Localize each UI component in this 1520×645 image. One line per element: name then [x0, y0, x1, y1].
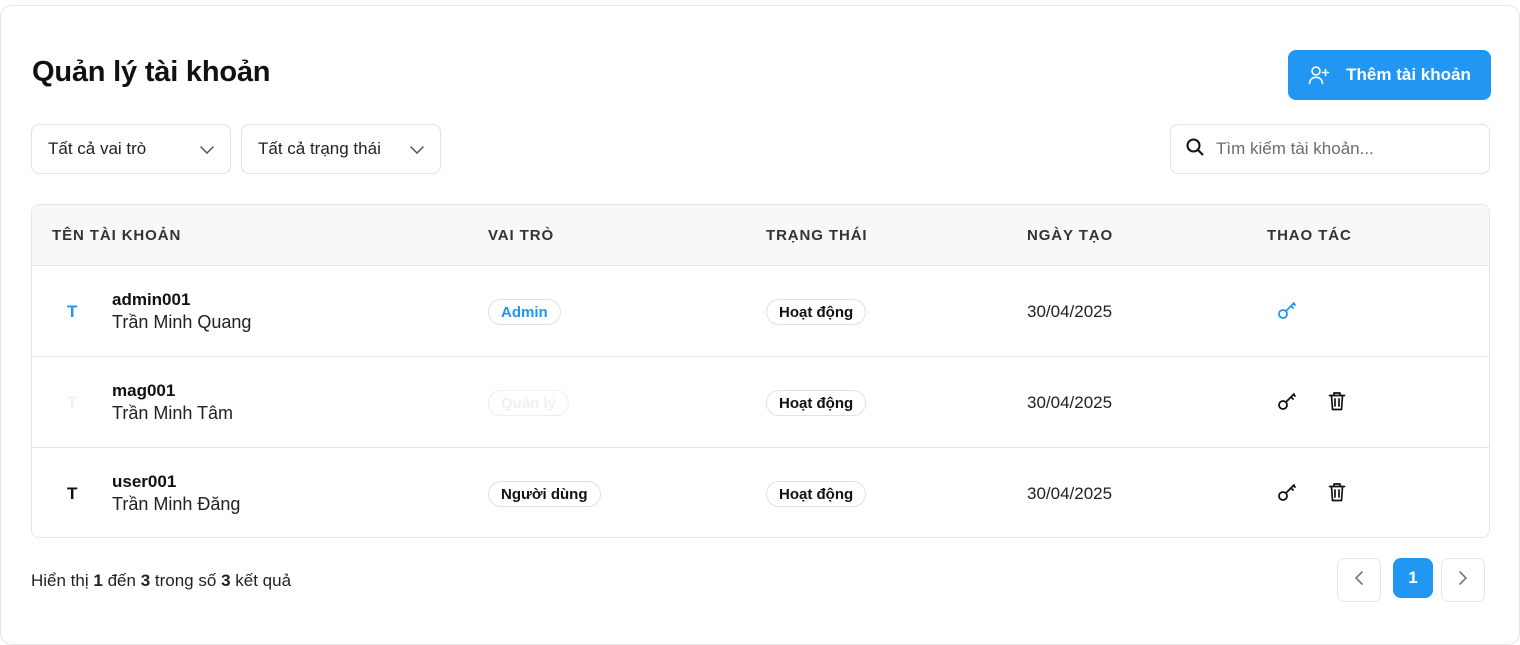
- header-role: VAI TRÒ: [488, 227, 555, 244]
- full-name: Trần Minh Quang: [112, 312, 252, 332]
- key-icon[interactable]: [1277, 300, 1297, 325]
- trash-icon[interactable]: [1328, 391, 1346, 416]
- summary-to: 3: [140, 571, 151, 590]
- account-cell: admin001 Trần Minh Quang: [112, 290, 251, 334]
- header-account-name: TÊN TÀI KHOẢN: [52, 227, 182, 244]
- avatar-initial: T: [67, 393, 78, 412]
- role-badge: Người dùng: [488, 481, 601, 507]
- summary-mid1: đến: [107, 571, 136, 590]
- summary-prefix: Hiển thị: [31, 571, 89, 590]
- username: mag001: [112, 381, 176, 400]
- username: user001: [112, 472, 177, 491]
- created-date: 30/04/2025: [1027, 393, 1113, 412]
- avatar-initial: T: [67, 302, 78, 321]
- next-page-button[interactable]: [1441, 558, 1485, 602]
- avatar-initial: T: [67, 484, 78, 503]
- page-title: Quản lý tài khoản: [32, 56, 271, 88]
- status-badge: Hoạt động: [766, 481, 867, 507]
- key-icon[interactable]: [1277, 482, 1297, 507]
- chevron-left-icon: [1354, 570, 1363, 590]
- summary-from: 1: [93, 571, 103, 590]
- search-input[interactable]: [1216, 139, 1466, 159]
- summary-suffix: kết quả: [235, 571, 292, 590]
- key-icon[interactable]: [1277, 391, 1297, 416]
- chevron-down-icon: [200, 139, 214, 159]
- add-account-button[interactable]: Thêm tài khoản: [1288, 50, 1491, 100]
- user-plus-icon: [1308, 65, 1330, 85]
- role-filter-value: Tất cả vai trò: [48, 139, 147, 158]
- status-badge: Hoạt động: [766, 299, 867, 325]
- username: admin001: [112, 290, 191, 309]
- header-actions: THAO TÁC: [1267, 227, 1352, 244]
- created-date: 30/04/2025: [1027, 484, 1113, 503]
- status-filter-value: Tất cả trạng thái: [258, 139, 381, 158]
- chevron-down-icon: [410, 139, 424, 159]
- table-row: T user001 Trần Minh Đăng Người dùng Hoạt…: [32, 448, 1489, 537]
- status-filter-select[interactable]: Tất cả trạng thái: [241, 124, 441, 174]
- trash-icon[interactable]: [1328, 482, 1346, 507]
- full-name: Trần Minh Đăng: [112, 494, 241, 514]
- search-icon: [1186, 138, 1204, 161]
- prev-page-button[interactable]: [1337, 558, 1381, 602]
- summary-total: 3: [221, 571, 231, 590]
- role-badge: Admin: [488, 299, 561, 325]
- table-row: T mag001 Trần Minh Tâm Quản lý Hoạt động…: [32, 357, 1489, 448]
- account-cell: mag001 Trần Minh Tâm: [112, 381, 233, 425]
- summary-mid2: trong số: [154, 571, 217, 590]
- header-status: TRẠNG THÁI: [766, 227, 868, 244]
- results-summary: Hiển thị 1 đến 3 trong số 3 kết quả: [31, 571, 291, 591]
- add-account-label: Thêm tài khoản: [1346, 65, 1471, 84]
- table-row: T admin001 Trần Minh Quang Admin Hoạt độ…: [32, 266, 1489, 357]
- created-date: 30/04/2025: [1027, 302, 1113, 321]
- table-header: TÊN TÀI KHOẢN VAI TRÒ TRẠNG THÁI NGÀY TẠ…: [32, 205, 1489, 266]
- account-cell: user001 Trần Minh Đăng: [112, 472, 240, 516]
- accounts-table: TÊN TÀI KHOẢN VAI TRÒ TRẠNG THÁI NGÀY TẠ…: [31, 204, 1490, 538]
- page-button-1[interactable]: 1: [1393, 558, 1433, 598]
- chevron-right-icon: [1459, 570, 1468, 590]
- status-badge: Hoạt động: [766, 390, 867, 416]
- search-box: [1170, 124, 1490, 174]
- full-name: Trần Minh Tâm: [112, 403, 234, 423]
- role-badge: Quản lý: [488, 390, 570, 416]
- header-created-date: NGÀY TẠO: [1027, 227, 1114, 244]
- role-filter-select[interactable]: Tất cả vai trò: [31, 124, 231, 174]
